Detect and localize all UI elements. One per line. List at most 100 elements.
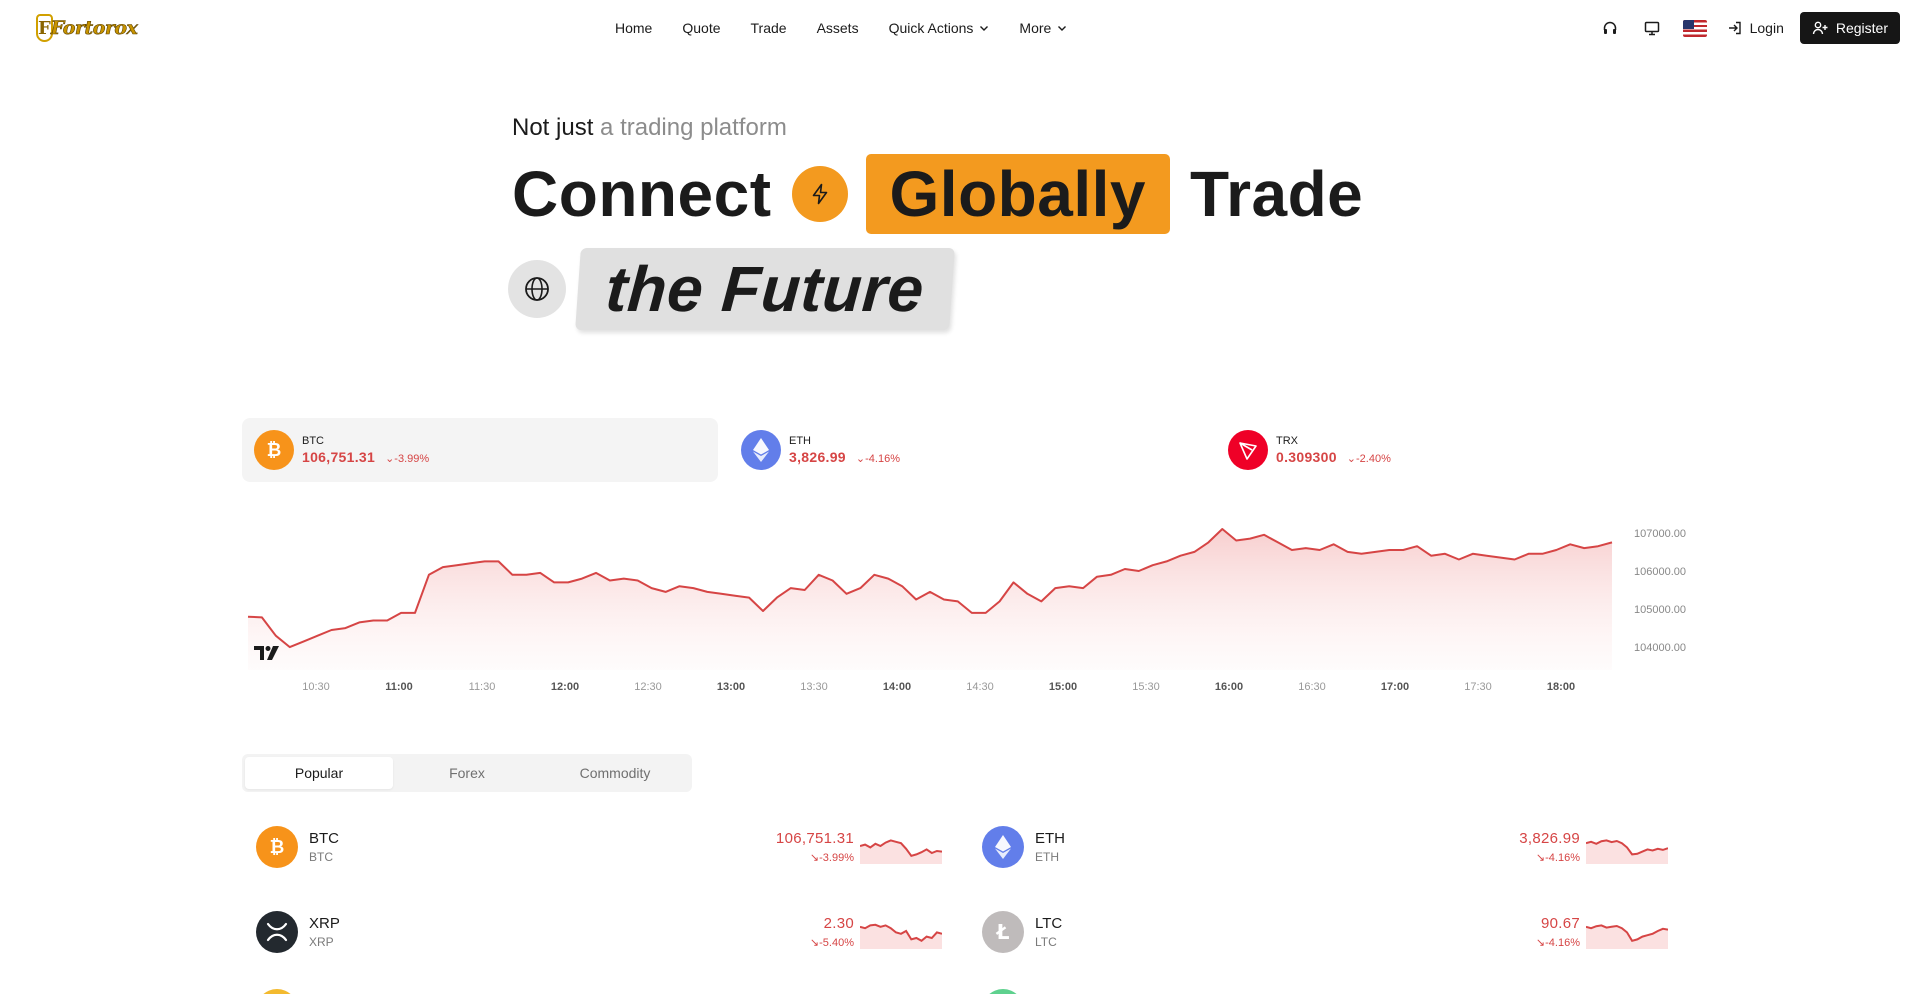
login-label: Login (1749, 20, 1784, 36)
y-tick-label: 105000.00 (1634, 604, 1686, 616)
nav-quote[interactable]: Quote (682, 20, 720, 36)
ticker-price: 3,826.99 (789, 449, 846, 465)
market-price: 106,751.31 (775, 830, 854, 847)
ticker-symbol: BTC (302, 435, 324, 447)
register-label: Register (1835, 20, 1888, 36)
x-tick-label: 14:00 (883, 681, 911, 693)
bitcoin-icon: ₿ (256, 826, 298, 868)
nav-quick-actions-label: Quick Actions (888, 20, 974, 36)
nav-quote-label: Quote (682, 20, 721, 36)
hero-highlight-future: the Future (575, 248, 955, 330)
coin-icon (982, 989, 1024, 994)
sparkline (860, 839, 942, 864)
ticker-btc[interactable]: ₿ BTC 106,751.31 ⌄-3.99% (242, 418, 718, 482)
x-tick-label: 11:00 (385, 681, 413, 693)
y-tick-label: 106000.00 (1634, 566, 1686, 578)
nav-quick-actions[interactable]: Quick Actions (889, 20, 990, 36)
tron-icon (1228, 430, 1268, 470)
ticker-change-value: -2.40% (1356, 453, 1391, 465)
x-tick-label: 16:30 (1298, 681, 1326, 693)
hero-subtitle: Not just a trading platform (512, 114, 787, 142)
headset-icon[interactable] (1599, 17, 1621, 39)
nav-trade-label: Trade (750, 20, 787, 36)
login-icon (1728, 21, 1741, 35)
hero-word-future: the Future (603, 253, 927, 325)
market-sub: ETH (1035, 850, 1059, 864)
market-tabs: Popular Forex Commodity (242, 754, 692, 792)
add-user-icon (1812, 21, 1828, 35)
hero-word-connect: Connect (512, 158, 772, 230)
tab-popular[interactable]: Popular (245, 757, 393, 789)
x-tick-label: 14:30 (966, 681, 994, 693)
us-flag-icon[interactable] (1682, 19, 1707, 37)
ticker-change: ⌄-4.16% (855, 453, 900, 465)
tab-forex[interactable]: Forex (393, 757, 541, 789)
main-menu: Home Quote Trade Assets Quick Actions Mo… (615, 0, 1097, 56)
y-tick-label: 107000.00 (1634, 528, 1686, 540)
sparkline (1586, 839, 1668, 864)
market-row-eth[interactable]: ETH ETH 3,826.99 ↘-4.16% (968, 816, 1678, 878)
sparkline (1586, 924, 1668, 949)
market-row-ltc[interactable]: Ł LTC LTC 90.67 ↘-4.16% (968, 901, 1678, 963)
ticker-change-value: -3.99% (394, 453, 430, 465)
market-change-value: -5.40% (819, 937, 854, 949)
ticker-eth[interactable]: ETH 3,826.99 ⌄-4.16% (729, 418, 1205, 482)
svg-text:₿: ₿ (267, 440, 282, 461)
ticker-price: 106,751.31 (302, 449, 376, 465)
ticker-change: ⌄-2.40% (1346, 453, 1391, 465)
bitcoin-icon: ₿ (254, 430, 294, 470)
x-tick-label: 12:00 (551, 681, 579, 693)
litecoin-icon: Ł (982, 911, 1024, 953)
chevron-down-icon (980, 26, 989, 31)
globe-icon (508, 260, 566, 318)
ethereum-icon (982, 826, 1024, 868)
market-change: ↘-3.99% (809, 852, 854, 864)
x-tick-label: 18:00 (1547, 681, 1575, 693)
ticker-symbol: TRX (1276, 435, 1298, 447)
ticker-price: 0.309300 (1276, 449, 1337, 465)
ticker-symbol: ETH (789, 435, 811, 447)
market-change-value: -4.16% (1545, 937, 1580, 949)
price-chart[interactable]: 107000.00 106000.00 105000.00 104000.00 10:3… (242, 500, 1692, 700)
y-tick-label: 104000.00 (1634, 642, 1686, 654)
svg-text:₿: ₿ (270, 837, 285, 858)
ticker-trx[interactable]: TRX 0.309300 ⌄-2.40% (1216, 418, 1692, 482)
nav-home-label: Home (615, 20, 653, 36)
lightning-icon (791, 166, 848, 222)
tab-commodity[interactable]: Commodity (541, 757, 689, 789)
market-price: 3,826.99 (1519, 830, 1580, 847)
market-change-value: -3.99% (819, 852, 854, 864)
ticker-change-value: -4.16% (865, 453, 900, 465)
x-tick-label: 16:00 (1215, 681, 1243, 693)
register-button[interactable]: Register (1799, 12, 1900, 44)
login-button[interactable]: Login (1727, 20, 1784, 36)
market-change: ↘-5.40% (809, 937, 854, 949)
market-change: ↘-4.16% (1535, 937, 1580, 949)
nav-more[interactable]: More (1019, 20, 1067, 36)
nav-right: Login Register (1579, 10, 1900, 46)
hero-sub-prefix: Not just (512, 114, 594, 141)
nav-assets[interactable]: Assets (817, 20, 859, 36)
ticker-strip: ₿ BTC 106,751.31 ⌄-3.99% ETH 3,826.99 ⌄-… (242, 418, 1692, 482)
x-tick-label: 13:30 (800, 681, 828, 693)
nav-trade[interactable]: Trade (751, 20, 787, 36)
nav-home[interactable]: Home (615, 20, 652, 36)
logo-text: Fortorox (50, 17, 138, 40)
svg-text:Ł: Ł (996, 921, 1010, 943)
x-tick-label: 12:30 (634, 681, 662, 693)
x-tick-label: 13:00 (717, 681, 745, 693)
desktop-icon[interactable] (1641, 17, 1663, 39)
fortorox-logo[interactable]: F Fortorox (36, 13, 138, 43)
market-row-btc[interactable]: ₿ BTC BTC 106,751.31 ↘-3.99% (242, 816, 952, 878)
market-price: 2.30 (823, 915, 854, 932)
market-name: LTC (1035, 915, 1063, 932)
top-nav: F Fortorox Home Quote Trade Assets Quick… (0, 0, 1920, 56)
market-name: XRP (309, 915, 340, 932)
chart-area (248, 529, 1612, 670)
market-row-xrp[interactable]: XRP XRP 2.30 ↘-5.40% (242, 901, 952, 963)
market-price: 90.67 (1540, 915, 1580, 932)
market-change-value: -4.16% (1545, 852, 1580, 864)
hero-word-globally: Globally (889, 158, 1146, 230)
hero-headline-row2: the Future (508, 248, 955, 330)
x-tick-label: 15:30 (1132, 681, 1160, 693)
